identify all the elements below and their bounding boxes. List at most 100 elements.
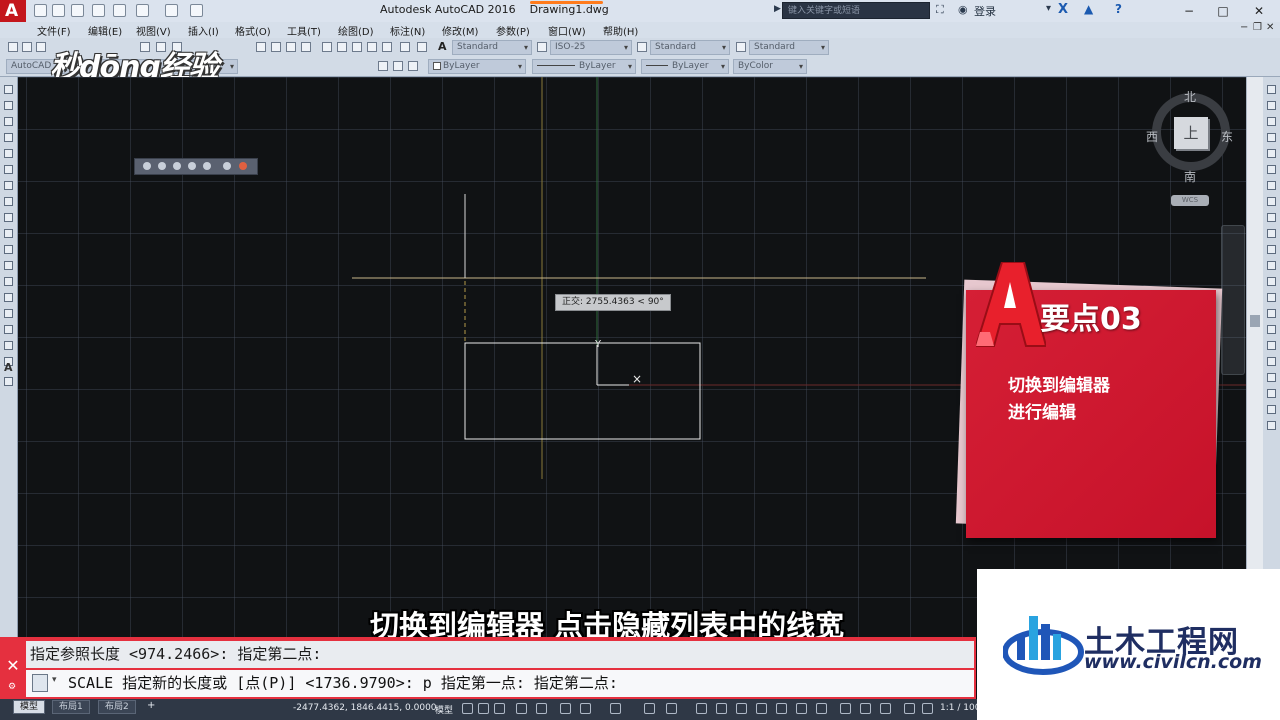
arc-icon[interactable]: [4, 165, 13, 174]
menu-close-button[interactable]: ✕: [1266, 22, 1274, 33]
scale-icon[interactable]: [1267, 197, 1276, 206]
3d-osnap-icon[interactable]: [716, 703, 727, 714]
edit-hatch-icon[interactable]: [1267, 405, 1276, 414]
add-layout-icon[interactable]: +: [147, 700, 155, 711]
auto-scale-icon[interactable]: [816, 703, 827, 714]
markup-icon[interactable]: [382, 42, 392, 52]
chevron-down-icon[interactable]: ▾: [52, 675, 57, 685]
compass-west[interactable]: 西: [1146, 128, 1158, 145]
selection-filter-icon[interactable]: [756, 703, 767, 714]
zoom-realtime-icon[interactable]: [271, 42, 281, 52]
menu-file[interactable]: 文件(F): [37, 23, 71, 38]
stretch-icon[interactable]: [1267, 213, 1276, 222]
make-layer-current-icon[interactable]: [393, 61, 403, 71]
menu-modify[interactable]: 修改(M): [442, 23, 478, 38]
save-icon[interactable]: [71, 4, 84, 17]
connect-icon[interactable]: ▲: [1084, 2, 1093, 16]
chevron-down-icon[interactable]: ▾: [1046, 3, 1051, 14]
compass-north[interactable]: 北: [1184, 88, 1196, 105]
chamfer-icon[interactable]: [1267, 309, 1276, 318]
ellipse-icon[interactable]: [4, 229, 13, 238]
menu-view[interactable]: 视图(V): [136, 23, 171, 38]
multileader-style-dropdown[interactable]: Standard: [749, 40, 829, 55]
new-icon[interactable]: [8, 42, 18, 52]
ellipse-arc-icon[interactable]: [4, 245, 13, 254]
scrollbar-thumb[interactable]: [1250, 315, 1260, 327]
dim-style-dropdown[interactable]: ISO-25: [550, 40, 632, 55]
design-center-icon[interactable]: [337, 42, 347, 52]
break-icon[interactable]: [1267, 277, 1276, 286]
menu-edit[interactable]: 编辑(E): [88, 23, 122, 38]
dynamic-input-icon[interactable]: [494, 703, 505, 714]
gradient-icon[interactable]: [4, 325, 13, 334]
plot-style-dropdown[interactable]: ByColor: [733, 59, 807, 74]
search-input[interactable]: 键入关键字或短语: [782, 2, 930, 19]
menu-tools[interactable]: 工具(T): [287, 23, 321, 38]
layer-previous-icon[interactable]: [408, 61, 418, 71]
line-icon[interactable]: [4, 85, 13, 94]
wcs-menu-button[interactable]: WCS: [1171, 195, 1209, 206]
zoom-previous-icon[interactable]: [301, 42, 311, 52]
redo-icon[interactable]: [165, 4, 178, 17]
revision-cloud-icon[interactable]: [4, 197, 13, 206]
view-back-icon[interactable]: [223, 162, 231, 170]
close-button[interactable]: ✕: [1242, 0, 1276, 22]
view-front-icon[interactable]: [203, 162, 211, 170]
selection-cycling-icon[interactable]: [696, 703, 707, 714]
region-icon[interactable]: [4, 341, 13, 350]
plot-icon[interactable]: [113, 4, 126, 17]
menu-restore-button[interactable]: ❐: [1253, 22, 1262, 33]
polygon-icon[interactable]: [4, 133, 13, 142]
copy-object-icon[interactable]: [1267, 101, 1276, 110]
make-block-icon[interactable]: [4, 277, 13, 286]
text-style-dropdown[interactable]: Standard: [452, 40, 532, 55]
isodraft-icon[interactable]: [560, 703, 571, 714]
menu-draw[interactable]: 绘图(D): [338, 23, 374, 38]
view-left-icon[interactable]: [173, 162, 181, 170]
vertical-scrollbar[interactable]: [1246, 77, 1263, 637]
insert-block-icon[interactable]: [4, 261, 13, 270]
construction-line-icon[interactable]: [4, 101, 13, 110]
open-icon[interactable]: [22, 42, 32, 52]
lock-ui-icon[interactable]: [922, 703, 933, 714]
annotation-visibility-icon[interactable]: [796, 703, 807, 714]
pan-icon[interactable]: [256, 42, 266, 52]
mirror-icon[interactable]: [1267, 117, 1276, 126]
explode-icon[interactable]: [1267, 357, 1276, 366]
trim-icon[interactable]: [1267, 229, 1276, 238]
command-input[interactable]: SCALE 指定新的长度或 [点(P)] <1736.9790>: p 指定第一…: [26, 670, 974, 697]
fillet-icon[interactable]: [1267, 325, 1276, 334]
wrench-icon[interactable]: ⚙: [8, 682, 16, 692]
multiline-text-icon[interactable]: A: [4, 361, 13, 374]
tab-layout2[interactable]: 布局2: [98, 700, 136, 714]
save-icon[interactable]: [36, 42, 46, 52]
compass-east[interactable]: 东: [1221, 128, 1233, 145]
polyline-icon[interactable]: [4, 117, 13, 126]
layer-properties-icon[interactable]: [378, 61, 388, 71]
view-iso-icon[interactable]: [239, 162, 247, 170]
open-file-icon[interactable]: [52, 4, 65, 17]
dynamic-ucs-icon[interactable]: [736, 703, 747, 714]
view-top-icon[interactable]: [143, 162, 151, 170]
polar-icon[interactable]: [536, 703, 547, 714]
rotate-icon[interactable]: [1267, 181, 1276, 190]
new-file-icon[interactable]: [34, 4, 47, 17]
move-icon[interactable]: [1267, 165, 1276, 174]
lengthen-icon[interactable]: [1267, 421, 1276, 430]
help-toolbar-icon[interactable]: [417, 42, 427, 52]
binoculars-icon[interactable]: ⛶: [936, 3, 944, 17]
help-icon[interactable]: ?: [1115, 2, 1122, 16]
edit-spline-icon[interactable]: [1267, 389, 1276, 398]
units-icon[interactable]: [880, 703, 891, 714]
close-icon[interactable]: ✕: [4, 657, 22, 675]
menu-parametric[interactable]: 参数(P): [496, 23, 530, 38]
blend-curves-icon[interactable]: [1267, 341, 1276, 350]
table-style-dropdown[interactable]: Standard: [650, 40, 730, 55]
gizmo-icon[interactable]: [776, 703, 787, 714]
minimize-button[interactable]: −: [1172, 0, 1206, 22]
zoom-window-icon[interactable]: [286, 42, 296, 52]
menu-format[interactable]: 格式(O): [235, 23, 271, 38]
erase-icon[interactable]: [1267, 85, 1276, 94]
menu-insert[interactable]: 插入(I): [188, 23, 219, 38]
offset-icon[interactable]: [1267, 133, 1276, 142]
